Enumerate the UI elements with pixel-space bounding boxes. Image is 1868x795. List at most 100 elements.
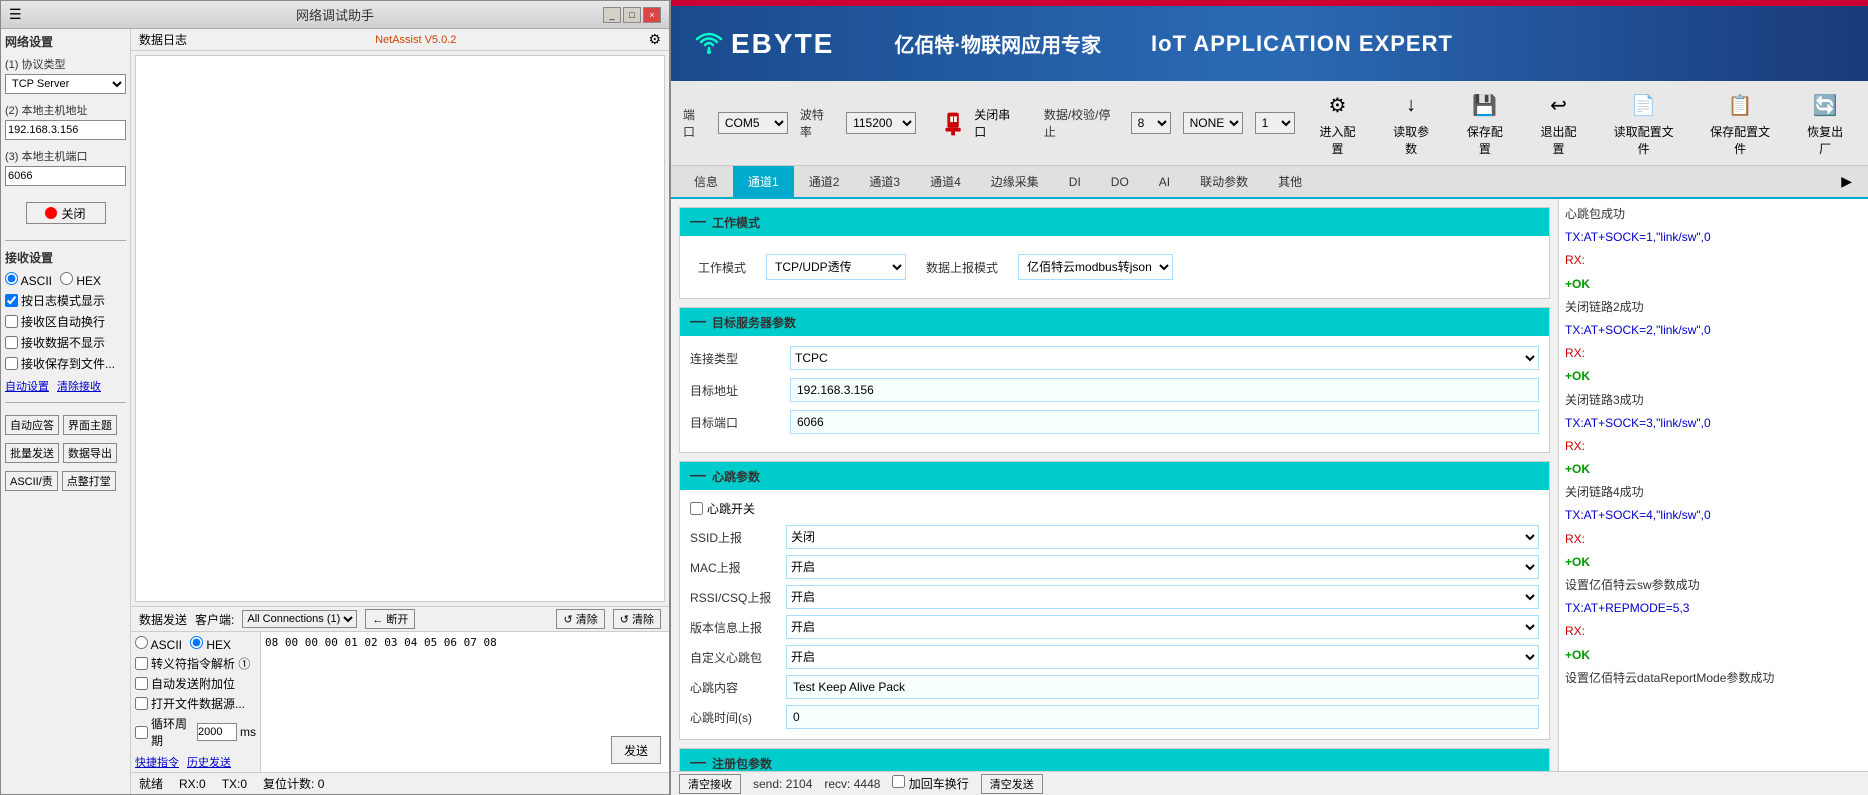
send-options: ASCII HEX 转义符指令解析 ① 自动发送附加位 (131, 632, 261, 772)
settings-icon[interactable]: ⚙ (648, 31, 661, 48)
baud-select[interactable]: 115200 (846, 112, 916, 134)
close-connection-btn[interactable]: 关闭 (26, 202, 106, 224)
clear-all-btn[interactable]: ↺ 清除 (613, 609, 661, 629)
batch-send-btn[interactable]: 批量发送 (5, 443, 59, 463)
tab-other[interactable]: 其他 (1263, 166, 1317, 197)
target-port-input[interactable] (790, 410, 1539, 434)
tab-channel1[interactable]: 通道1 (733, 166, 794, 197)
target-port-row: 目标端口 (690, 410, 1539, 434)
auto-response-btn[interactable]: 自动应答 (5, 415, 59, 435)
work-mode-label-text: 工作模式 (698, 259, 746, 276)
data-output-btn[interactable]: 数据导出 (63, 443, 117, 463)
tips-link[interactable]: 快捷指令 (135, 754, 179, 770)
recv-count: recv: 4448 (824, 777, 880, 791)
tab-edge-collect[interactable]: 边缘采集 (976, 166, 1054, 197)
send-hex-radio[interactable] (190, 636, 203, 649)
tab-do[interactable]: DO (1096, 168, 1144, 196)
stop-bits-select[interactable]: 1 (1255, 112, 1295, 134)
clear-recv-link[interactable]: 清除接收 (57, 378, 101, 394)
loopback-label: 加回车换行 (909, 777, 969, 791)
netassist-titlebar: ☰ 网络调试助手 _ □ × (1, 1, 669, 29)
hex-radio-label[interactable]: HEX (60, 272, 101, 288)
auto-config-link[interactable]: 自动设置 (5, 378, 49, 394)
data-bits-select[interactable]: 8 (1131, 112, 1171, 134)
local-ip-input[interactable] (5, 120, 126, 140)
read-config-file-label: 读取配置文件 (1609, 123, 1678, 157)
tab-channel2[interactable]: 通道2 (794, 166, 855, 197)
heartbeat-toggle[interactable] (690, 502, 703, 515)
network-settings-label: 网络设置 (5, 33, 126, 50)
save-file-check[interactable] (5, 357, 18, 370)
log-entry: +OK (1565, 367, 1862, 386)
target-ip-input[interactable] (790, 378, 1539, 402)
local-port-input[interactable] (5, 166, 126, 186)
close-btn-win[interactable]: × (643, 7, 661, 23)
client-select[interactable]: All Connections (1) (242, 610, 357, 628)
minimize-btn[interactable]: _ (603, 7, 621, 23)
clear-send-btn[interactable]: ↺ 清除 (556, 609, 604, 629)
no-display-check[interactable] (5, 336, 18, 349)
tab-ai[interactable]: AI (1144, 168, 1185, 196)
open-file-check[interactable] (135, 697, 148, 710)
restore-btn[interactable]: □ (623, 7, 641, 23)
theme-btn[interactable]: 界面主题 (63, 415, 117, 435)
exit-config-btn[interactable]: ↩ 退出配置 (1528, 85, 1590, 161)
clear-send-status-btn[interactable]: 清空发送 (981, 774, 1043, 794)
cycle-check[interactable] (135, 726, 148, 739)
loopback-check[interactable] (892, 775, 905, 788)
auto-wrap-check[interactable] (5, 315, 18, 328)
protocol-select[interactable]: TCP Server (5, 74, 126, 94)
ssid-report-select[interactable]: 关闭 (786, 525, 1539, 549)
show-mode-check[interactable] (5, 294, 18, 307)
auto-send-check[interactable] (135, 677, 148, 690)
report-mode-select[interactable]: 亿佰特云modbus转json (1018, 254, 1173, 280)
log-entry: +OK (1565, 275, 1862, 294)
connect-type-select[interactable]: TCPC (790, 346, 1539, 370)
send-hex-label[interactable]: HEX (190, 636, 231, 652)
auto-send-label: 自动发送附加位 (151, 675, 235, 692)
work-mode-select[interactable]: TCP/UDP透传 (766, 254, 906, 280)
netassist-menu-icon[interactable]: ☰ (9, 6, 22, 23)
history-link[interactable]: 历史发送 (187, 754, 231, 770)
tab-info[interactable]: 信息 (679, 166, 733, 197)
save-config-file-btn[interactable]: 📋 保存配置文件 (1698, 85, 1783, 161)
send-ascii-radio[interactable] (135, 636, 148, 649)
disconnect-btn[interactable]: ← 断开 (365, 609, 415, 629)
read-config-file-btn[interactable]: 📄 读取配置文件 (1601, 85, 1686, 161)
custom-heartbeat-select[interactable]: 开启 (786, 645, 1539, 669)
restore-btn[interactable]: 🔄 恢复出厂 (1794, 85, 1856, 161)
convert-label: 转义符指令解析 ① (151, 655, 250, 672)
ascii-radio[interactable] (5, 272, 18, 285)
read-params-btn[interactable]: ↓ 读取参数 (1380, 85, 1442, 161)
heartbeat-params-grid: SSID上报 关闭 MAC上报 开启 RSSI/CSQ上报 开启 版本信息上报 (690, 525, 1539, 729)
save-config-btn[interactable]: 💾 保存配置 (1454, 85, 1516, 161)
open-file-label: 打开文件数据源... (151, 695, 245, 712)
heartbeat-time-input[interactable] (786, 705, 1539, 729)
tab-di[interactable]: DI (1054, 168, 1096, 196)
ascii-slash-btn[interactable]: ASCII/责 (5, 471, 58, 491)
dot-print-btn[interactable]: 点整打堂 (62, 471, 116, 491)
heartbeat-content-input[interactable] (786, 675, 1539, 699)
e870-statusbar: 清空接收 send: 2104 recv: 4448 加回车换行 清空发送 (671, 771, 1868, 795)
client-label: 客户端: (195, 611, 234, 628)
version-report-select[interactable]: 开启 (786, 615, 1539, 639)
rssi-report-select[interactable]: 开启 (786, 585, 1539, 609)
send-textarea[interactable]: 08 00 00 00 01 02 03 04 05 06 07 08 (261, 632, 669, 772)
enter-config-btn[interactable]: ⚙ 进入配置 (1307, 85, 1369, 161)
tab-channel3[interactable]: 通道3 (854, 166, 915, 197)
cycle-input[interactable] (197, 723, 237, 741)
rssi-report-label: RSSI/CSQ上报 (690, 589, 780, 606)
tab-arrow[interactable]: ▶ (1833, 169, 1860, 194)
port-select[interactable]: COM5 (718, 112, 788, 134)
show-mode-row: 按日志模式显示 (5, 292, 126, 309)
clear-recv-btn[interactable]: 清空接收 (679, 774, 741, 794)
ascii-radio-label[interactable]: ASCII (5, 272, 52, 288)
tab-linked-params[interactable]: 联动参数 (1185, 166, 1263, 197)
send-ascii-label[interactable]: ASCII (135, 636, 182, 652)
send-button[interactable]: 发送 (611, 736, 661, 764)
tab-channel4[interactable]: 通道4 (915, 166, 976, 197)
parity-select[interactable]: NONE (1183, 112, 1243, 134)
hex-radio[interactable] (60, 272, 73, 285)
convert-check[interactable] (135, 657, 148, 670)
mac-report-select[interactable]: 开启 (786, 555, 1539, 579)
